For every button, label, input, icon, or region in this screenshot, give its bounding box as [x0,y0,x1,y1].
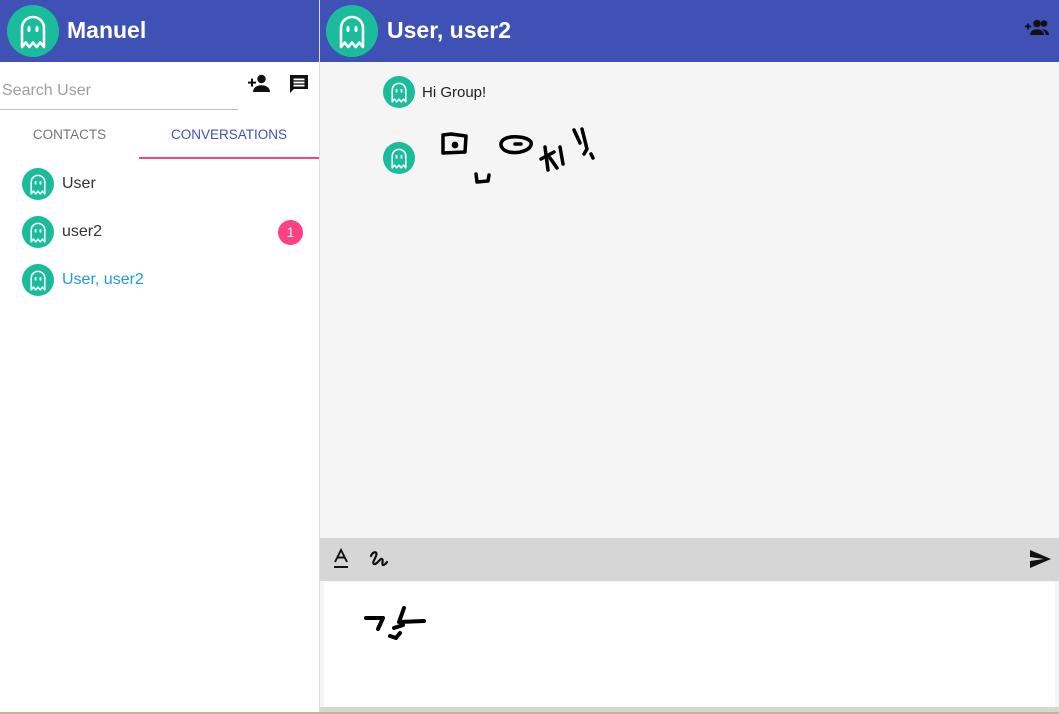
conversation-item-group[interactable]: User, user2 [0,256,319,304]
message-list: Hi Group! [320,62,1059,538]
conversation-name: User [62,175,96,192]
send-button[interactable] [1026,545,1054,573]
new-conversation-button[interactable] [285,70,313,98]
conversation-avatar [22,168,54,200]
conversation-name: User, user2 [62,271,144,288]
sidebar-tabs: CONTACTS CONVERSATIONS [0,112,319,160]
unread-badge: 1 [278,220,303,245]
chat-header: User, user2 [320,0,1059,62]
tab-conversations[interactable]: CONVERSATIONS [139,112,319,160]
conversation-item-user[interactable]: User [0,160,319,208]
conversation-list: User user2 1 User, user2 [0,160,319,304]
chat-avatar [326,5,378,57]
profile-avatar[interactable] [7,5,59,57]
tab-contacts[interactable]: CONTACTS [0,112,139,160]
add-contact-button[interactable] [245,70,273,98]
active-tab-indicator [139,157,319,159]
conversation-name: user2 [62,223,103,240]
add-group-member-button[interactable] [1025,17,1051,44]
text-mode-button[interactable] [327,545,355,573]
message-avatar [383,142,415,174]
draw-icon [369,551,389,567]
chat-title: User, user2 [387,17,512,43]
group-add-icon [1025,19,1049,35]
conversation-avatar [22,264,54,296]
drawing-canvas[interactable] [324,582,1055,707]
search-row [0,62,319,111]
message-text: Hi Group! [422,84,487,101]
composer-toolbar [320,538,1059,581]
sidebar: Manuel CONTACTS CONVERSATIONS [0,0,320,714]
conversation-item-user2[interactable]: user2 1 [0,208,319,256]
sidebar-header: Manuel [0,0,319,62]
search-input[interactable] [0,72,238,110]
current-user-name: Manuel [67,17,147,43]
person-add-icon [248,74,270,92]
draw-mode-button[interactable] [365,545,393,573]
conversation-avatar [22,216,54,248]
new-chat-icon [290,75,308,93]
chat-panel: User, user2 Hi Group! [320,0,1059,714]
canvas-drawing [364,606,426,640]
text-format-icon [334,548,348,568]
send-icon [1030,550,1051,568]
message-drawing [441,127,595,184]
message-avatar [383,76,415,108]
